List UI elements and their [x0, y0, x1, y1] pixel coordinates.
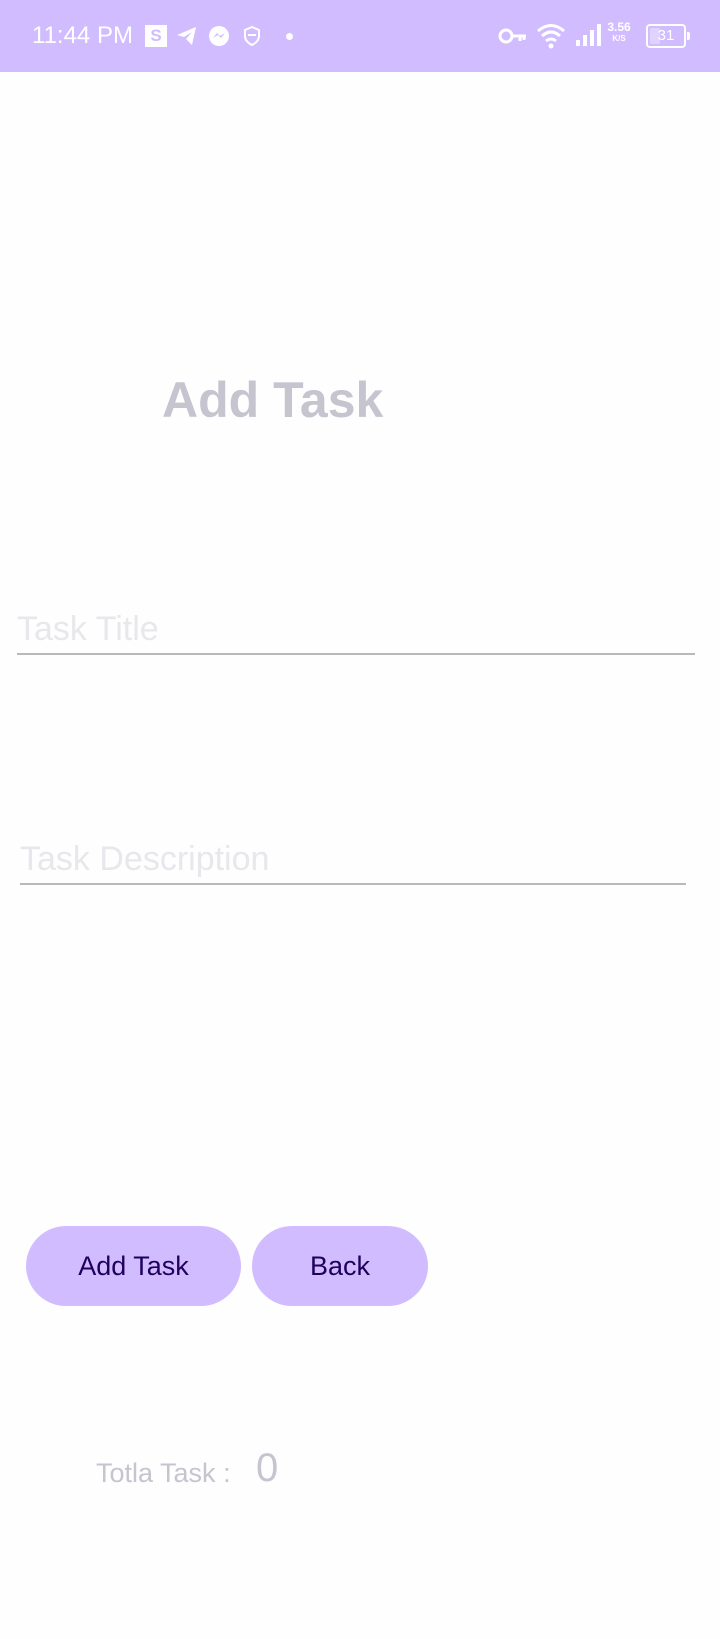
notification-dot-icon: [286, 33, 293, 40]
page-title: Add Task: [162, 372, 384, 428]
cell-signal-icon: [574, 22, 602, 48]
wifi-icon: [536, 22, 566, 50]
shield-icon: [240, 24, 264, 48]
vpn-key-icon: [498, 24, 528, 48]
add-task-button[interactable]: Add Task: [26, 1226, 241, 1306]
status-bar: 11:44 PM S 3.56 K/S 31: [0, 0, 720, 72]
network-speed-value: 3.56: [607, 20, 631, 34]
battery-level-text: 31: [657, 27, 675, 44]
total-task-label: Totla Task :: [96, 1458, 231, 1488]
status-time: 11:44 PM: [32, 22, 133, 49]
back-button[interactable]: Back: [252, 1226, 428, 1306]
task-title-input[interactable]: [17, 605, 695, 655]
task-description-input[interactable]: [20, 835, 686, 885]
network-speed-unit: K/S: [612, 34, 626, 43]
network-speed: 3.56 K/S: [605, 20, 633, 44]
battery-icon: 31: [646, 24, 690, 48]
messenger-icon: [207, 24, 231, 48]
s-app-icon: S: [145, 25, 167, 47]
total-task-count: 0: [256, 1446, 279, 1490]
telegram-icon: [175, 24, 199, 48]
